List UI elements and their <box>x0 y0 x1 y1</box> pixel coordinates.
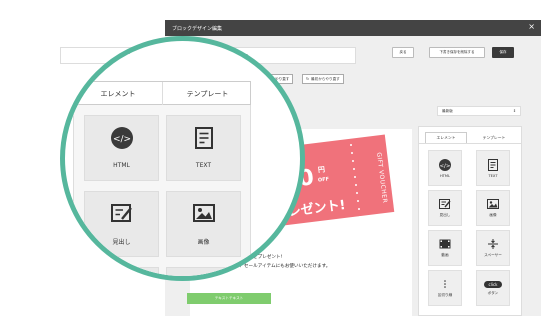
chevron-updown-icon: ⇕ <box>512 109 516 113</box>
tile-label: 見出し <box>439 213 451 217</box>
tile-label: ボタン <box>487 290 499 295</box>
html-icon: </> <box>439 158 451 171</box>
text-icon <box>487 158 499 171</box>
tile-label: 動画 <box>441 253 449 257</box>
delete-draft-button[interactable]: 下書き保存を削除する <box>429 47 485 58</box>
tile-label: TEXT <box>488 173 498 178</box>
version-select[interactable]: 最新版 ⇕ <box>437 106 521 116</box>
tile-button[interactable]: click ボタン <box>476 270 510 306</box>
voucher-unit: 円 <box>317 165 326 175</box>
lens-tab-template[interactable]: テンプレート <box>163 82 252 106</box>
magnifier-lens: 最新版 エレメント テンプレート </> HTML TEXT 見出し 画像 <box>60 36 305 281</box>
spacer-icon <box>487 238 499 250</box>
svg-text:</>: </> <box>439 163 450 169</box>
button-icon: click <box>483 280 503 288</box>
lens-tile-label: HTML <box>113 162 130 169</box>
reset-button[interactable]: ↻ 最初からやり直す <box>302 74 344 84</box>
lens-tile-partial[interactable] <box>84 267 159 276</box>
tile-divider[interactable]: 区切り線 <box>428 270 462 306</box>
image-icon <box>192 202 215 228</box>
lens-tab-element[interactable]: エレメント <box>74 82 163 106</box>
window-titlebar: ブロックデザイン編集 × <box>165 20 541 36</box>
window-title: ブロックデザイン編集 <box>172 25 223 32</box>
tile-spacer[interactable]: スペーサー <box>476 230 510 266</box>
reset-label: 最初からやり直す <box>311 76 340 81</box>
tile-image[interactable]: 画像 <box>476 190 510 226</box>
tile-text[interactable]: TEXT <box>476 150 510 186</box>
svg-text:</>: </> <box>112 135 130 145</box>
save-button[interactable]: 保存 <box>492 47 514 58</box>
lens-tile-html[interactable]: </> HTML <box>84 115 159 181</box>
text-button[interactable]: テキストテキスト <box>187 293 271 304</box>
version-select-value: 最新版 <box>442 108 453 113</box>
text-icon <box>193 127 215 153</box>
tile-label: HTML <box>439 173 450 178</box>
divider-icon <box>439 278 451 290</box>
back-button[interactable]: 戻る <box>392 47 414 58</box>
coupon-text: をプレゼント! <box>253 255 283 260</box>
tab-element[interactable]: エレメント <box>425 132 467 143</box>
lens-tile-image[interactable]: 画像 <box>166 191 241 257</box>
tab-template[interactable]: テンプレート <box>473 132 515 143</box>
lens-tile-label: 見出し <box>112 239 131 246</box>
lens-tile-text[interactable]: TEXT <box>166 115 241 181</box>
tile-heading[interactable]: 見出し <box>428 190 462 226</box>
lens-tab-bar: エレメント テンプレート <box>73 81 252 106</box>
tile-label: 画像 <box>489 213 497 217</box>
lens-tile-label: 画像 <box>197 239 210 246</box>
lens-element-grid: </> HTML TEXT 見出し 画像 <box>73 105 251 276</box>
tile-label: 区切り線 <box>437 293 453 297</box>
voucher-off: OFF <box>317 176 330 184</box>
lens-tile-label: TEXT <box>195 162 212 169</box>
reset-icon: ↻ <box>306 77 310 81</box>
html-icon: </> <box>110 127 133 153</box>
element-panel: エレメント テンプレート </> HTML TEXT 見出し 画像 動画 スペー… <box>418 126 522 316</box>
lens-tile-heading[interactable]: 見出し <box>84 191 159 257</box>
tile-label: スペーサー <box>484 253 502 257</box>
tile-html[interactable]: </> HTML <box>428 150 462 186</box>
heading-icon <box>439 198 451 210</box>
video-icon <box>439 238 451 250</box>
image-icon <box>487 198 499 210</box>
close-icon[interactable]: × <box>528 23 535 31</box>
lens-heading: 最新版 <box>109 47 130 55</box>
heading-icon <box>110 202 133 228</box>
tile-video[interactable]: 動画 <box>428 230 462 266</box>
